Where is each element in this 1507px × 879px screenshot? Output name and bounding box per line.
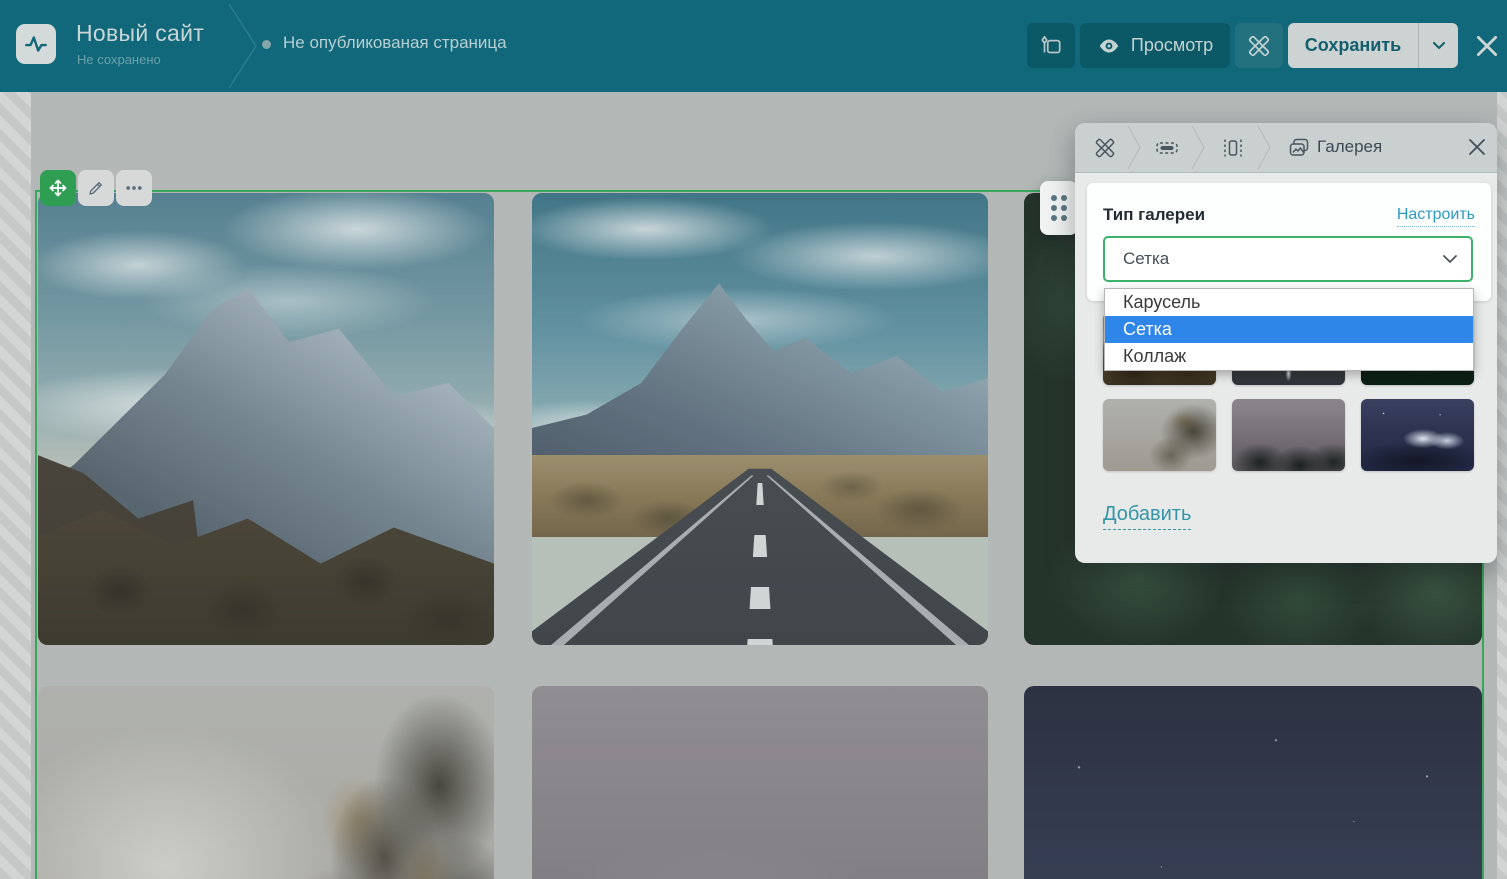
pencil-ruler-icon xyxy=(1095,138,1115,158)
editor-dim-overlay xyxy=(532,193,988,645)
gallery-image-snowy-mountain[interactable] xyxy=(38,193,494,645)
gallery-type-group: Тип галереи Настроить Сетка xyxy=(1087,183,1491,301)
breadcrumb-separator xyxy=(1257,125,1271,170)
breadcrumb-separator xyxy=(1127,125,1141,170)
gallery-image-road[interactable] xyxy=(532,193,988,645)
save-status: Не сохранено xyxy=(77,52,161,67)
ellipsis-icon xyxy=(126,186,142,190)
widget-tools-button[interactable] xyxy=(1235,23,1283,68)
canvas-left-margin xyxy=(0,92,31,879)
close-icon xyxy=(1469,139,1485,155)
breadcrumb-separator xyxy=(1191,125,1205,170)
editor-header: Новый сайт Не сохранено Не опубликованая… xyxy=(0,0,1507,92)
pencil-ruler-icon xyxy=(1248,35,1270,56)
section-icon xyxy=(1156,142,1178,154)
editor-dim-overlay xyxy=(1024,686,1482,879)
pulse-icon xyxy=(25,36,47,52)
editor-close-button[interactable] xyxy=(1474,33,1500,59)
editor-dim-overlay xyxy=(532,686,988,879)
add-image-link[interactable]: Добавить xyxy=(1103,503,1192,530)
image-drag-handle[interactable] xyxy=(1040,181,1078,235)
gallery-type-dropdown: Карусель Сетка Коллаж xyxy=(1104,288,1474,371)
panel-close-button[interactable] xyxy=(1467,137,1489,159)
panel-breadcrumb-bar: Галерея xyxy=(1075,123,1497,173)
dropdown-option-carousel[interactable]: Карусель xyxy=(1105,289,1473,316)
page-status: Не опубликованая страница xyxy=(283,33,507,52)
save-button[interactable]: Сохранить xyxy=(1288,23,1458,68)
select-value: Сетка xyxy=(1123,249,1170,268)
header-separator xyxy=(228,3,257,89)
dropdown-option-collage[interactable]: Коллаж xyxy=(1105,343,1473,370)
site-title: Новый сайт xyxy=(76,20,205,46)
close-icon xyxy=(1476,35,1498,57)
design-button[interactable] xyxy=(1027,23,1075,68)
chevron-down-icon xyxy=(1443,255,1457,264)
editor-dim-overlay xyxy=(38,193,494,645)
group-title: Тип галереи xyxy=(1103,205,1206,224)
gallery-icon xyxy=(1289,138,1309,156)
pencil-icon xyxy=(89,182,102,195)
panel-title: Галерея xyxy=(1317,137,1383,156)
column-breadcrumb-button[interactable] xyxy=(1221,136,1245,160)
dropdown-option-grid-selected[interactable]: Сетка xyxy=(1105,316,1473,343)
save-options-caret[interactable] xyxy=(1418,23,1458,68)
design-breadcrumb-button[interactable] xyxy=(1093,136,1117,160)
gallery-type-select[interactable]: Сетка xyxy=(1103,236,1473,282)
move-widget-button[interactable] xyxy=(40,170,76,206)
pen-page-icon xyxy=(1041,35,1061,53)
thumbnail-foggy-light[interactable] xyxy=(1103,399,1216,471)
thumbnail-night-mountains[interactable] xyxy=(1361,399,1474,471)
site-editor: Галерея Тип галереи Настроить Сетка Доба… xyxy=(0,0,1507,879)
save-label[interactable]: Сохранить xyxy=(1288,35,1418,56)
canvas-right-margin xyxy=(1497,92,1507,879)
edit-widget-button[interactable] xyxy=(78,170,114,206)
gallery-settings-panel: Галерея Тип галереи Настроить Сетка Доба… xyxy=(1075,123,1497,563)
gallery-image-foggy-forest-light[interactable] xyxy=(38,686,494,879)
gallery-image-night-sky[interactable] xyxy=(1024,686,1482,879)
configure-link[interactable]: Настроить xyxy=(1396,206,1475,227)
eye-icon xyxy=(1099,39,1119,52)
six-dots-icon xyxy=(1051,195,1067,221)
preview-label: Просмотр xyxy=(1130,35,1214,55)
editor-dim-overlay xyxy=(38,686,494,879)
column-icon xyxy=(1224,139,1242,157)
section-breadcrumb-button[interactable] xyxy=(1155,136,1179,160)
move-icon xyxy=(49,179,67,197)
more-options-button[interactable] xyxy=(116,170,152,206)
thumbnail-foggy-dark[interactable] xyxy=(1232,399,1345,471)
gallery-breadcrumb-icon xyxy=(1287,136,1311,160)
app-logo[interactable] xyxy=(16,24,56,64)
preview-button[interactable]: Просмотр xyxy=(1080,23,1230,68)
gallery-image-foggy-forest-dark[interactable] xyxy=(532,686,988,879)
caret-down-icon xyxy=(1432,41,1445,49)
page-status-dot xyxy=(262,40,271,49)
